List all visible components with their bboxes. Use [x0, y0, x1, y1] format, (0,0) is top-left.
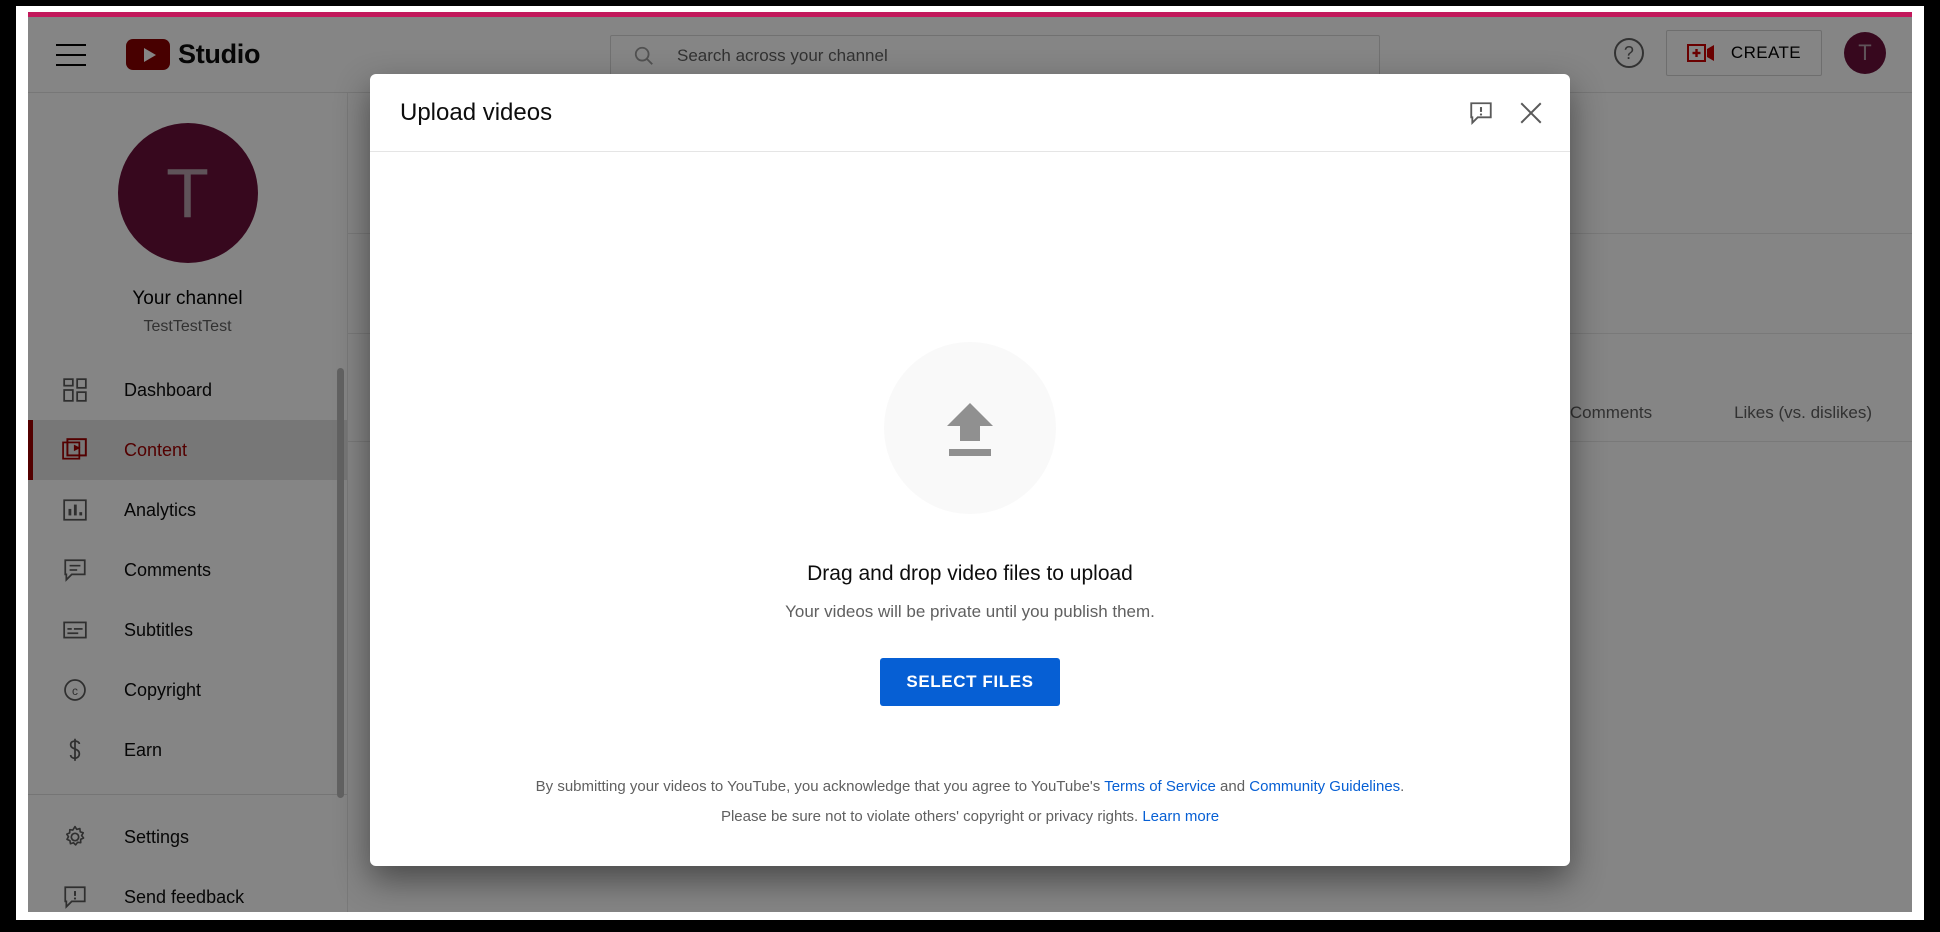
footer-line-2: Please be sure not to violate others' co… — [370, 802, 1570, 832]
upload-dropzone-icon-wrap — [884, 342, 1056, 514]
dialog-body[interactable]: Drag and drop video files to upload Your… — [370, 152, 1570, 866]
accent-top-bar — [28, 12, 1912, 17]
upload-arrow-icon — [931, 389, 1009, 467]
footer-text: Please be sure not to violate others' co… — [721, 808, 1142, 825]
footer-text: By submitting your videos to YouTube, yo… — [536, 778, 1105, 795]
footer-text: . — [1400, 778, 1404, 795]
learn-more-link[interactable]: Learn more — [1142, 808, 1219, 825]
dialog-title: Upload videos — [400, 99, 1448, 127]
community-guidelines-link[interactable]: Community Guidelines — [1249, 778, 1400, 795]
dialog-footer: By submitting your videos to YouTube, yo… — [370, 772, 1570, 832]
footer-line-1: By submitting your videos to YouTube, yo… — [370, 772, 1570, 802]
select-files-button[interactable]: SELECT FILES — [880, 658, 1059, 706]
dialog-header: Upload videos — [370, 74, 1570, 152]
dropzone-title: Drag and drop video files to upload — [807, 562, 1133, 586]
terms-of-service-link[interactable]: Terms of Service — [1104, 778, 1216, 795]
dropzone-subtitle: Your videos will be private until you pu… — [785, 602, 1155, 622]
upload-videos-dialog: Upload videos — [370, 74, 1570, 866]
footer-text: and — [1216, 778, 1249, 795]
close-icon[interactable] — [1514, 96, 1548, 130]
page-viewport: Studio Search across your channel ? — [28, 12, 1912, 912]
feedback-bubble-icon[interactable] — [1464, 96, 1498, 130]
screen-root: Studio Search across your channel ? — [0, 0, 1940, 932]
